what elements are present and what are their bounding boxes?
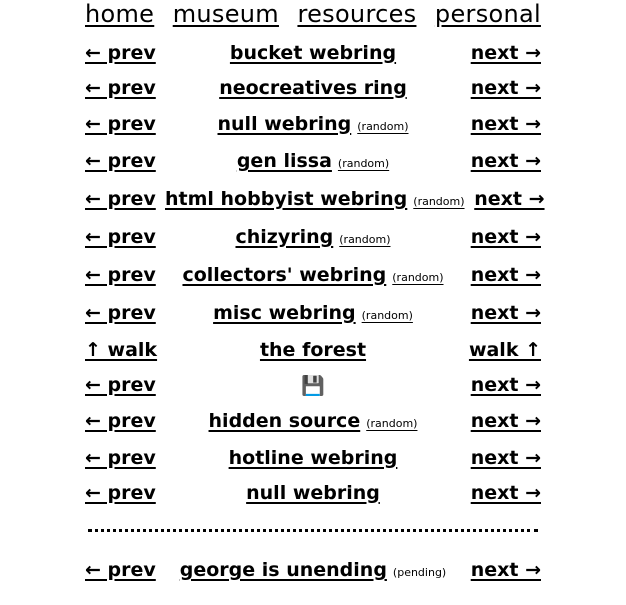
next-link[interactable]: next → [471, 226, 541, 248]
random-link[interactable]: (random) [362, 309, 413, 322]
random-link[interactable]: (random) [366, 417, 417, 430]
random-link[interactable]: (random) [338, 157, 389, 170]
random-link[interactable]: (random) [339, 233, 390, 246]
webring-row: ← prev collectors' webring (random) next → [85, 256, 541, 294]
next-link[interactable]: next → [471, 447, 541, 469]
webring-name-link[interactable]: hotline webring [229, 447, 398, 469]
prev-link[interactable]: ← prev [85, 77, 156, 99]
prev-link[interactable]: ← prev [85, 113, 156, 135]
next-link[interactable]: next → [471, 482, 541, 504]
webring-row: ← prev misc webring (random) next → [85, 294, 541, 332]
prev-link[interactable]: ← prev [85, 482, 156, 504]
webring-name-link[interactable]: neocreatives ring [219, 77, 407, 99]
next-link[interactable]: next → [471, 113, 541, 135]
nav-museum-link[interactable]: museum [173, 0, 279, 28]
nav-resources-link[interactable]: resources [297, 0, 416, 28]
prev-link[interactable]: ← prev [85, 302, 156, 324]
next-link[interactable]: next → [471, 374, 541, 396]
pending-label: (pending) [392, 566, 447, 579]
webring-name-cell: collectors' webring (random) [182, 264, 443, 286]
webring-row: ← prev html hobbyist webring (random) next … [85, 180, 545, 218]
webring-name-link[interactable]: hidden source [209, 410, 361, 432]
webring-name-cell: null webring (random) [218, 113, 409, 135]
webring-name-link[interactable]: bucket webring [230, 42, 396, 64]
webring-name-link[interactable]: misc webring [213, 302, 356, 324]
dotted-divider [88, 529, 538, 532]
webring-row: ← prev neocreatives ring next → [85, 70, 541, 105]
next-link[interactable]: next → [471, 77, 541, 99]
prev-link[interactable]: ← prev [85, 150, 156, 172]
next-link[interactable]: next → [471, 42, 541, 64]
prev-link[interactable]: ← prev [85, 559, 156, 581]
floppy-disk-icon[interactable]: 💾 [301, 375, 325, 397]
next-link[interactable]: next → [471, 410, 541, 432]
webring-list: ← prev bucket webring next → ← prev neocreat… [85, 35, 545, 509]
webring-row: ← prev chizyring (random) next → [85, 218, 541, 256]
prev-link[interactable]: ← prev [85, 447, 156, 469]
webring-name-link[interactable]: gen lissa [237, 150, 332, 172]
webring-name-cell: misc webring (random) [213, 302, 413, 324]
prev-link[interactable]: ← prev [85, 374, 156, 396]
webring-name-link[interactable]: the forest [260, 339, 366, 361]
prev-link[interactable]: ← prev [85, 188, 156, 210]
random-link[interactable]: (random) [392, 271, 443, 284]
webring-name-link[interactable]: collectors' webring [182, 264, 386, 286]
nav-personal-link[interactable]: personal [435, 0, 541, 28]
webring-row: ← prev hidden source (random) next → [85, 402, 541, 439]
webring-name-cell: html hobbyist webring (random) [165, 188, 465, 210]
webring-name-cell: hotline webring [229, 447, 398, 469]
webring-name-cell: gen lissa (random) [237, 150, 389, 172]
webring-name-cell: chizyring (random) [235, 226, 390, 248]
next-link[interactable]: next → [471, 559, 541, 581]
webring-row: ← prev 💾 next → [85, 368, 541, 402]
webring-row: ↑ walk the forest walk ↑ [85, 332, 541, 368]
prev-link[interactable]: ← prev [85, 42, 156, 64]
webring-name-cell: george is unending (pending) [180, 559, 446, 581]
webring-row: ← prev hotline webring next → [85, 439, 541, 476]
webring-name-cell: bucket webring [230, 42, 396, 64]
pending-webring-row: ← prev george is unending (pending) next … [85, 555, 541, 585]
webring-row: ← prev null webring (random) next → [85, 105, 541, 142]
webring-name-cell: hidden source (random) [209, 410, 418, 432]
webring-row: ← prev bucket webring next → [85, 35, 541, 70]
webring-row: ← prev gen lissa (random) next → [85, 142, 541, 180]
walk-next-link[interactable]: walk ↑ [469, 339, 541, 361]
webring-row: ← prev null webring next → [85, 476, 541, 509]
next-link[interactable]: next → [474, 188, 544, 210]
webring-name-link[interactable]: html hobbyist webring [165, 188, 407, 210]
webring-name-link[interactable]: george is unending [180, 559, 387, 581]
webring-name-cell: 💾 [301, 374, 325, 397]
nav-home-link[interactable]: home [85, 0, 154, 28]
webring-name-cell: null webring [246, 482, 380, 504]
webring-name-cell: neocreatives ring [219, 77, 407, 99]
webring-name-link[interactable]: null webring [246, 482, 380, 504]
prev-link[interactable]: ← prev [85, 226, 156, 248]
prev-link[interactable]: ← prev [85, 264, 156, 286]
random-link[interactable]: (random) [413, 195, 464, 208]
top-navigation: home museum resources personal [85, 0, 541, 28]
next-link[interactable]: next → [471, 302, 541, 324]
webring-name-link[interactable]: null webring [218, 113, 352, 135]
prev-link[interactable]: ← prev [85, 410, 156, 432]
walk-prev-link[interactable]: ↑ walk [85, 339, 157, 361]
webring-name-link[interactable]: chizyring [235, 226, 333, 248]
next-link[interactable]: next → [471, 264, 541, 286]
next-link[interactable]: next → [471, 150, 541, 172]
webring-name-cell: the forest [260, 339, 366, 361]
random-link[interactable]: (random) [357, 120, 408, 133]
